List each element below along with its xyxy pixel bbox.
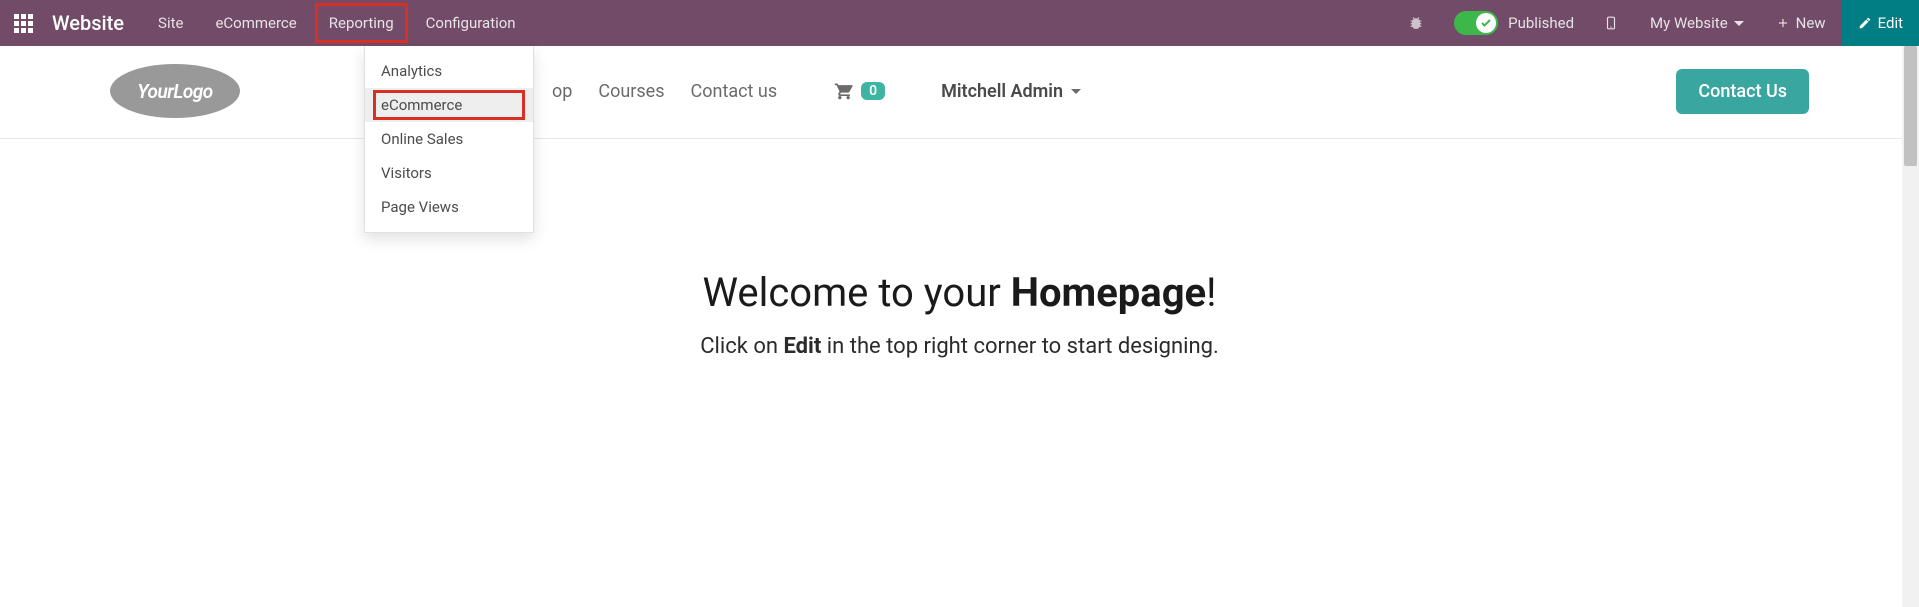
- welcome-suffix: !: [1206, 269, 1216, 316]
- new-label: New: [1796, 14, 1826, 32]
- switch-knob: [1476, 13, 1496, 33]
- welcome-heading: Welcome to your Homepage!: [0, 269, 1919, 316]
- website-selector[interactable]: My Website: [1634, 0, 1760, 46]
- logo-text-prefix: Your: [137, 80, 173, 103]
- mobile-icon: [1604, 14, 1618, 32]
- page-content: Welcome to your Homepage! Click on Edit …: [0, 139, 1919, 359]
- check-icon: [1480, 17, 1492, 29]
- site-header: YourLogo op Courses Contact us 0 Mitchel…: [0, 46, 1919, 139]
- nav-contact-us[interactable]: Contact us: [691, 81, 778, 102]
- publish-toggle[interactable]: Published: [1440, 0, 1588, 46]
- dropdown-online-sales[interactable]: Online Sales: [365, 122, 533, 156]
- sub-bold: Edit: [784, 334, 822, 359]
- menu-ecommerce[interactable]: eCommerce: [199, 0, 312, 46]
- chevron-down-icon: [1071, 89, 1081, 94]
- dropdown-analytics[interactable]: Analytics: [365, 54, 533, 88]
- edit-button[interactable]: Edit: [1842, 0, 1919, 46]
- pencil-icon: [1858, 16, 1872, 30]
- logo-text-suffix: Logo: [173, 80, 212, 103]
- dropdown-ecommerce[interactable]: eCommerce: [365, 88, 533, 122]
- mobile-preview-button[interactable]: [1588, 0, 1634, 46]
- cart-count-badge: 0: [861, 82, 885, 100]
- switch-track: [1454, 11, 1498, 35]
- logo-image: YourLogo: [110, 64, 240, 118]
- bug-icon: [1408, 15, 1424, 31]
- topbar-right: Published My Website New Edit: [1392, 0, 1919, 46]
- edit-label: Edit: [1878, 14, 1903, 32]
- plus-icon: [1776, 16, 1790, 30]
- menu-reporting[interactable]: Reporting: [313, 0, 410, 46]
- menu-site[interactable]: Site: [142, 0, 199, 46]
- dropdown-page-views[interactable]: Page Views: [365, 190, 533, 224]
- apps-button[interactable]: [0, 0, 46, 46]
- new-button[interactable]: New: [1760, 0, 1842, 46]
- cart-button[interactable]: 0: [833, 81, 885, 101]
- user-name: Mitchell Admin: [941, 81, 1063, 102]
- debug-button[interactable]: [1392, 0, 1440, 46]
- menu-configuration[interactable]: Configuration: [410, 0, 532, 46]
- chevron-down-icon: [1734, 21, 1744, 26]
- brand-label[interactable]: Website: [46, 0, 142, 46]
- nav-shop-partial[interactable]: op: [552, 81, 572, 102]
- welcome-prefix: Welcome to your: [703, 269, 1011, 316]
- scrollbar-thumb[interactable]: [1904, 46, 1917, 166]
- admin-topbar: Website Site eCommerce Reporting Configu…: [0, 0, 1919, 46]
- dropdown-visitors[interactable]: Visitors: [365, 156, 533, 190]
- sub-suffix: in the top right corner to start designi…: [821, 334, 1218, 359]
- reporting-dropdown: Analytics eCommerce Online Sales Visitor…: [364, 46, 534, 233]
- contact-us-button[interactable]: Contact Us: [1676, 69, 1809, 114]
- welcome-subtext: Click on Edit in the top right corner to…: [0, 334, 1919, 359]
- apps-icon: [14, 14, 33, 33]
- welcome-bold: Homepage: [1011, 269, 1206, 316]
- sub-prefix: Click on: [700, 334, 783, 359]
- topbar-left: Website Site eCommerce Reporting Configu…: [0, 0, 532, 46]
- nav-courses[interactable]: Courses: [598, 81, 664, 102]
- cart-icon: [833, 81, 855, 101]
- scrollbar[interactable]: [1902, 46, 1919, 607]
- logo[interactable]: YourLogo: [110, 64, 240, 118]
- user-menu[interactable]: Mitchell Admin: [941, 81, 1081, 102]
- published-label: Published: [1508, 14, 1574, 32]
- website-selector-label: My Website: [1650, 14, 1728, 32]
